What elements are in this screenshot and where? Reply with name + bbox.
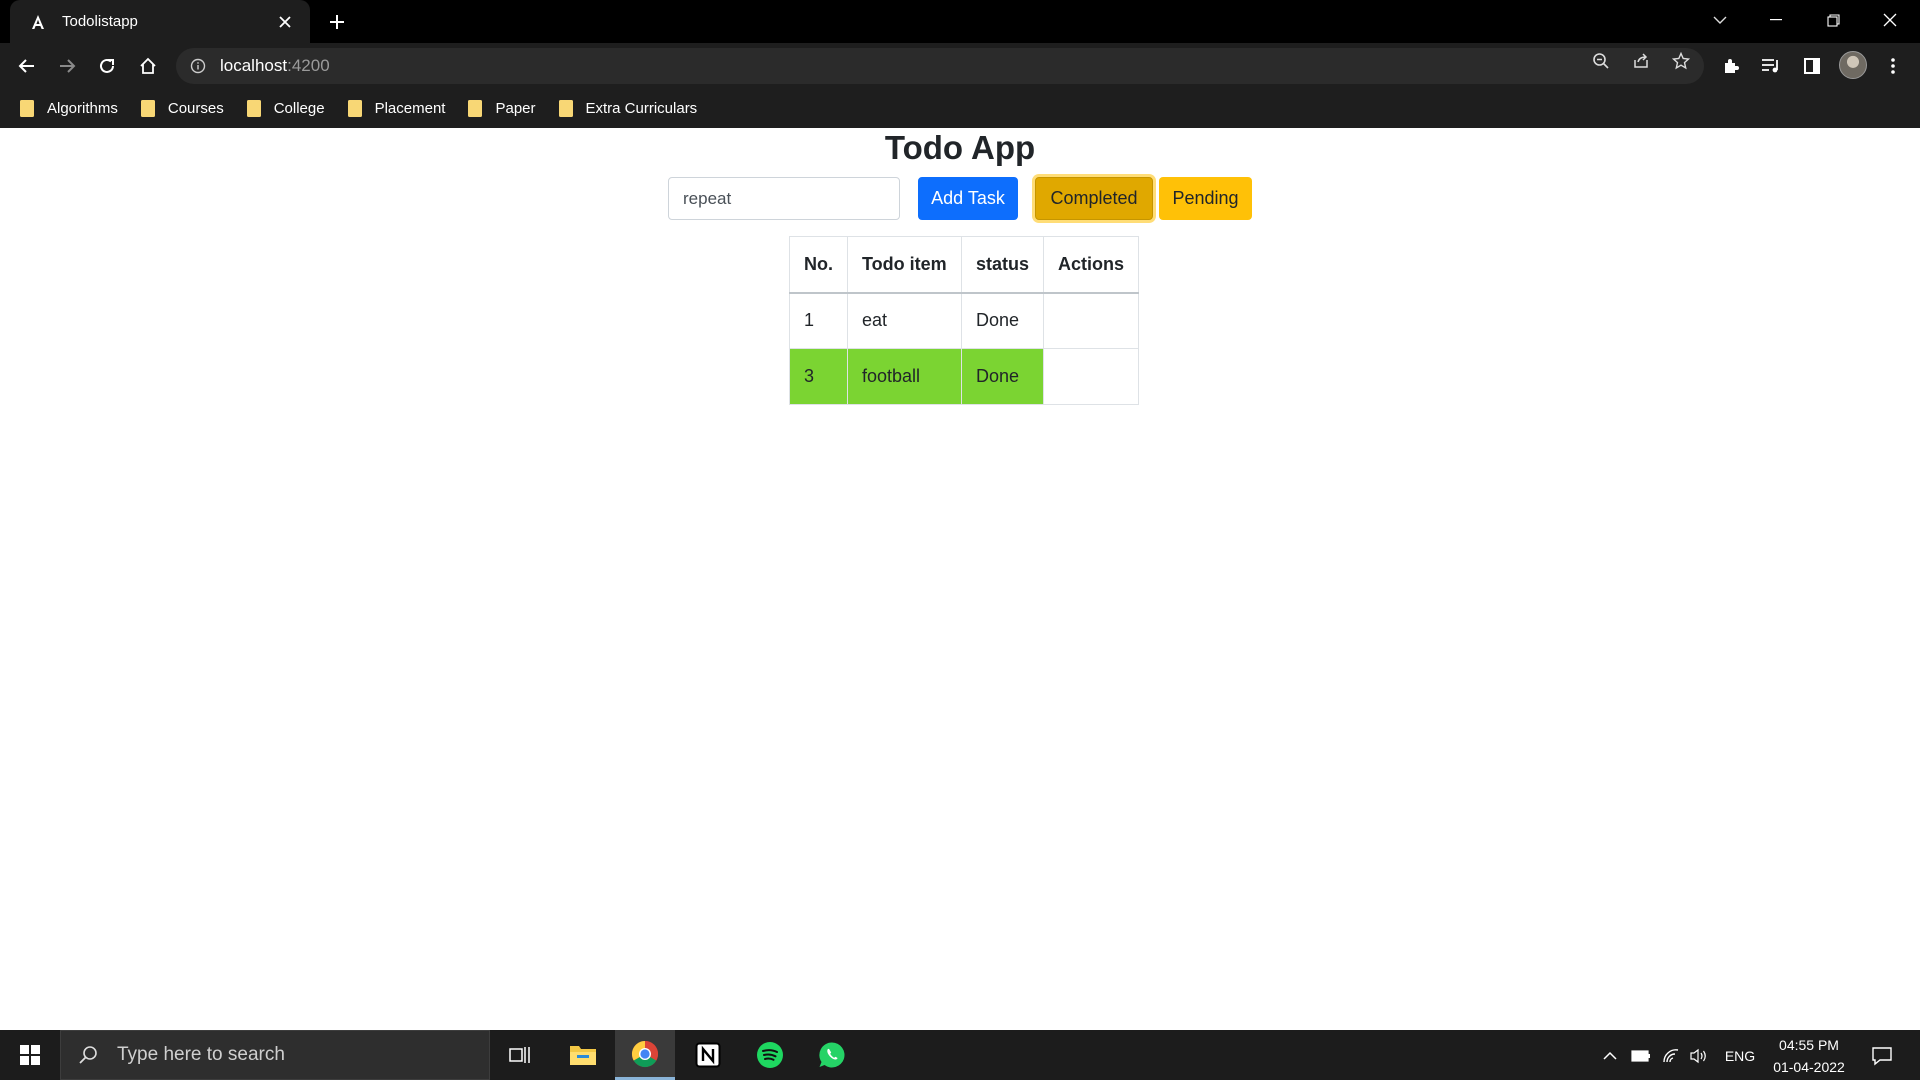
pending-filter-button[interactable]: Pending [1159,177,1252,220]
spotify-icon[interactable] [740,1030,800,1080]
notifications-icon[interactable] [1868,1045,1896,1067]
bookmark-label: College [273,99,325,117]
extensions-icon[interactable] [1718,53,1744,79]
folder-icon [558,99,573,117]
folder-icon [140,99,155,117]
chrome-taskbar-icon[interactable] [615,1030,675,1080]
search-icon [77,1044,99,1066]
browser-tab[interactable]: Todolistapp [10,0,310,43]
system-clock[interactable]: 04:55 PM 01-04-2022 [1764,1034,1854,1078]
search-placeholder: Type here to search [117,1044,285,1065]
bookmarks-bar: Algorithms Courses College Placement Pap… [0,88,1920,128]
tab-search-icon[interactable] [1692,0,1748,40]
bookmark-star-icon[interactable] [1669,51,1693,71]
address-bar[interactable]: localhost:4200 [176,48,1704,84]
wifi-icon[interactable] [1660,1045,1682,1067]
home-icon[interactable] [133,51,163,81]
table-row: 3 football Done [789,348,1140,405]
task-input[interactable] [668,177,900,220]
angular-favicon-icon [28,12,48,32]
url-port: :4200 [287,56,330,75]
bookmark-paper[interactable]: Paper [468,99,536,117]
windows-start-icon[interactable] [0,1030,60,1080]
todo-table: No. Todo item status Actions 1 eat Done … [789,236,1140,405]
completed-filter-button[interactable]: Completed [1035,177,1153,220]
browser-menu-icon[interactable] [1880,53,1906,79]
taskbar-search-box[interactable]: Type here to search [60,1030,490,1080]
reload-icon[interactable] [92,51,122,81]
header-todo-item: Todo item [847,236,962,294]
zoom-icon[interactable] [1589,51,1613,71]
bookmark-label: Paper [495,99,536,117]
folder-icon [468,99,483,117]
bookmark-label: Algorithms [47,99,118,117]
share-icon[interactable] [1629,51,1653,71]
task-view-icon[interactable] [490,1030,550,1080]
tab-title: Todolistapp [62,13,138,30]
volume-icon[interactable] [1688,1045,1710,1067]
folder-icon [246,99,261,117]
folder-icon [20,99,34,117]
bookmark-label: Extra Curriculars [585,99,698,117]
cell-actions [1043,348,1140,405]
profile-avatar[interactable] [1839,51,1867,79]
show-hidden-icons-icon[interactable] [1600,1045,1620,1067]
url-text: localhost:4200 [220,56,330,76]
header-no: No. [789,236,848,294]
add-task-button[interactable]: Add Task [918,177,1018,220]
bookmark-courses[interactable]: Courses [140,99,224,117]
header-status: status [960,236,1045,294]
bookmark-college[interactable]: College [246,99,325,117]
file-explorer-icon[interactable] [553,1030,613,1080]
media-controls-icon[interactable] [1758,53,1784,79]
close-window-icon[interactable] [1862,0,1918,40]
site-info-icon[interactable] [188,56,208,76]
bookmark-label: Courses [167,99,224,117]
forward-icon[interactable] [52,51,82,81]
close-tab-icon[interactable] [274,11,296,33]
language-indicator[interactable]: ENG [1720,1045,1760,1067]
restore-icon[interactable] [1805,0,1861,40]
bookmark-label: Placement [374,99,446,117]
notion-icon[interactable] [678,1030,738,1080]
cell-item: eat [847,292,962,349]
page-title: Todo App [884,129,1036,166]
clock-time: 04:55 PM [1779,1037,1839,1053]
battery-icon[interactable] [1630,1045,1652,1067]
new-tab-button[interactable] [322,8,352,36]
cell-actions [1043,292,1140,349]
cell-status: Done [960,348,1045,405]
table-header-row: No. Todo item status Actions [789,236,1140,294]
cell-no: 1 [789,292,848,349]
cell-item: football [847,348,962,405]
clock-date: 01-04-2022 [1773,1059,1845,1075]
bookmark-algorithms[interactable]: Algorithms [20,99,118,117]
side-panel-icon[interactable] [1799,53,1825,79]
cell-status: Done [960,292,1045,349]
bookmark-placement[interactable]: Placement [347,99,446,117]
table-row: 1 eat Done [789,292,1140,349]
browser-title-bar: Todolistapp [0,0,1920,43]
windows-taskbar: Type here to search ENG 04:55 PM 01-04-2… [0,1030,1920,1080]
page-content: Todo App Add Task Completed Pending No. … [0,128,1920,1030]
browser-toolbar: localhost:4200 [0,43,1920,88]
cell-no: 3 [789,348,848,405]
whatsapp-icon[interactable] [802,1030,862,1080]
url-host: localhost [220,56,288,75]
back-icon[interactable] [12,51,42,81]
minimize-icon[interactable] [1748,0,1804,40]
header-actions: Actions [1043,236,1140,294]
folder-icon [347,99,362,117]
bookmark-extra-curriculars[interactable]: Extra Curriculars [558,99,698,117]
